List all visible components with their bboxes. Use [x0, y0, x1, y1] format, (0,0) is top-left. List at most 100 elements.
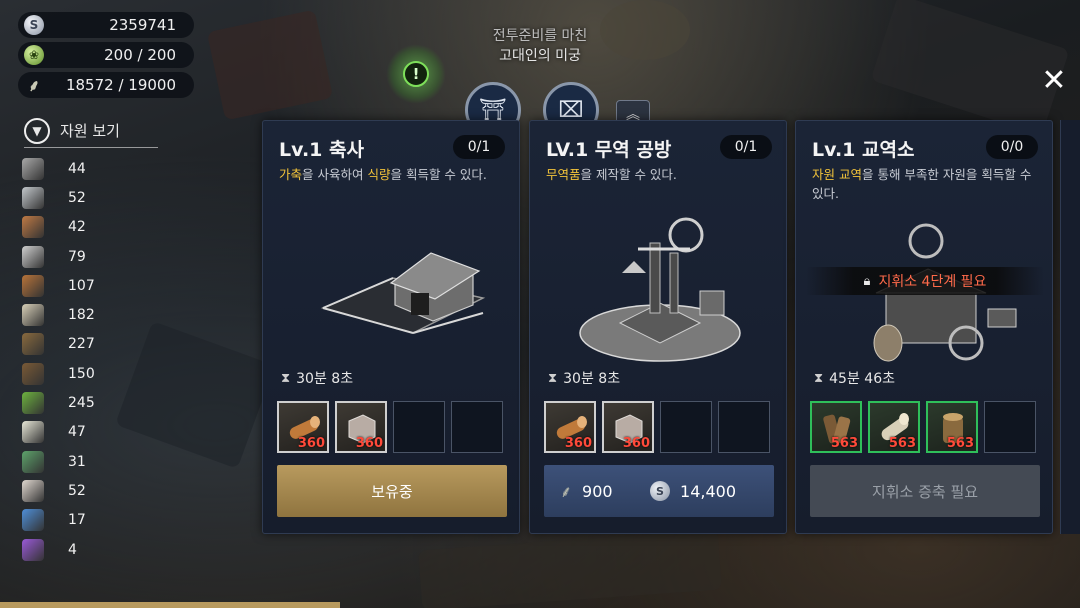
owned-button[interactable]: 보유중 [277, 465, 507, 517]
material-count: 150 [68, 365, 95, 382]
upgrade-required-button[interactable]: 지휘소 증축 필요 [810, 465, 1040, 517]
card-count-badge: 0/1 [453, 135, 505, 159]
material-item: 227 [22, 330, 95, 359]
resource-view-toggle[interactable]: ▼ 자원 보기 [24, 114, 158, 148]
material-slot[interactable]: 360 [544, 401, 596, 453]
material-count: 44 [68, 160, 86, 177]
material-item: 79 [22, 242, 95, 271]
desc-highlight: 자원 교역 [812, 167, 862, 182]
build-time-value: 30분 8초 [563, 371, 621, 387]
material-count: 52 [68, 189, 86, 206]
slot-quantity: 360 [297, 436, 325, 451]
feather-icon [22, 245, 44, 268]
wheat-cost: 900 [582, 481, 613, 501]
desc-text: 을 사육하여 [302, 167, 368, 182]
slot-quantity: 360 [622, 436, 650, 451]
owned-label: 보유중 [371, 482, 413, 501]
lock-icon: 🔒︎ [863, 273, 871, 289]
tower-icon: ⌧ [558, 97, 584, 123]
silver-coin-icon: S [24, 15, 44, 35]
quest-label: 전투준비를 마친 고대인의 미궁 [470, 26, 610, 66]
build-time: ⧗ 30분 8초 [281, 368, 353, 388]
material-item: 150 [22, 359, 95, 388]
card-title: Lv.1 교역소 [812, 139, 915, 161]
quest-marker[interactable]: ! [386, 44, 446, 104]
material-count: 31 [68, 453, 86, 470]
gate-icon: ⛩ [479, 97, 507, 123]
next-card-peek [1060, 120, 1080, 534]
material-slots: 360 360 [544, 401, 770, 453]
card-description: 자원 교역을 통해 부족한 자원을 획득할 수 있다. [812, 165, 1042, 203]
material-slots: 563 563 563 [810, 401, 1036, 453]
close-button[interactable]: ✕ [1038, 66, 1070, 98]
building-card-barn[interactable]: Lv.1 축사 0/1 가축을 사육하여 식량을 획득할 수 있다. ⧗ 30분… [262, 120, 520, 534]
material-slots: 360 360 [277, 401, 503, 453]
card-title: Lv.1 축사 [279, 139, 364, 161]
bottom-progress-bar [0, 602, 340, 608]
silver-amount: 2359741 [109, 16, 176, 34]
scene-roof [115, 321, 275, 469]
log-icon [22, 274, 44, 297]
desc-highlight: 가축 [279, 167, 303, 182]
lock-requirement-text: 지휘소 4단계 필요 [878, 274, 987, 290]
herb-icon [22, 450, 44, 473]
material-slot-empty [718, 401, 770, 453]
gem-icon [22, 538, 44, 561]
material-count: 17 [68, 512, 86, 529]
material-count: 182 [68, 307, 95, 324]
card-description: 가축을 사육하여 식량을 획득할 수 있다. [279, 165, 509, 184]
quest-line-1: 전투준비를 마친 [492, 28, 588, 44]
slot-quantity: 360 [564, 436, 592, 451]
cotton-icon [22, 421, 44, 444]
build-time-value: 30분 8초 [296, 371, 354, 387]
card-count-badge: 0/1 [720, 135, 772, 159]
material-slot-empty [984, 401, 1036, 453]
material-item: 52 [22, 476, 95, 505]
stump-icon [22, 333, 44, 356]
exclamation-icon: ! [403, 61, 429, 87]
material-slot[interactable]: 563 [868, 401, 920, 453]
bark-icon [22, 362, 44, 385]
material-count: 42 [68, 219, 86, 236]
build-button[interactable]: ⸙ 900 S 14,400 [544, 465, 774, 517]
material-slot[interactable]: 563 [810, 401, 862, 453]
egg-icon [22, 479, 44, 502]
material-list: 44 52 42 79 107 182 227 150 245 47 31 52 17 4 [22, 154, 95, 564]
birch-log-icon [22, 304, 44, 327]
silver-cost: 14,400 [680, 481, 736, 501]
leaf-icon [22, 392, 44, 415]
lock-requirement-banner: 🔒︎ 지휘소 4단계 필요 [806, 267, 1044, 295]
slot-quantity: 563 [830, 436, 858, 451]
quest-line-2: 고대인의 미궁 [499, 48, 581, 64]
material-item: 31 [22, 447, 95, 476]
energy-amount: 200 / 200 [104, 46, 176, 64]
wheat-icon: ⸙ [560, 482, 573, 501]
material-item: 47 [22, 418, 95, 447]
building-card-trading-post[interactable]: Lv.1 교역소 0/0 자원 교역을 통해 부족한 자원을 획득할 수 있다.… [795, 120, 1053, 534]
material-item: 17 [22, 506, 95, 535]
food-amount: 18572 / 19000 [65, 76, 176, 94]
material-item: 42 [22, 213, 95, 242]
slot-quantity: 563 [946, 436, 974, 451]
material-slot[interactable]: 360 [602, 401, 654, 453]
material-item: 107 [22, 271, 95, 300]
material-item: 4 [22, 535, 95, 564]
scene-ground [418, 529, 722, 608]
food-currency: ⸙ 18572 / 19000 [18, 72, 194, 98]
crystal-icon [22, 509, 44, 532]
barn-illustration [320, 252, 486, 334]
chevron-down-icon: ▼ [24, 117, 50, 144]
wheat-icon: ⸙ [27, 76, 40, 95]
card-description: 무역품을 제작할 수 있다. [546, 165, 776, 184]
material-item: 44 [22, 154, 95, 183]
building-card-trade-workshop[interactable]: LV.1 무역 공방 0/1 무역품을 제작할 수 있다. ⧗ 30분 8초 3… [529, 120, 787, 534]
material-slot[interactable]: 563 [926, 401, 978, 453]
hourglass-icon: ⧗ [281, 370, 291, 386]
energy-currency: ❀ 200 / 200 [18, 42, 194, 68]
material-slot-empty [660, 401, 712, 453]
desc-text: 을 제작할 수 있다. [580, 167, 677, 182]
material-slot[interactable]: 360 [335, 401, 387, 453]
material-slot[interactable]: 360 [277, 401, 329, 453]
material-count: 245 [68, 395, 95, 412]
material-count: 79 [68, 248, 86, 265]
